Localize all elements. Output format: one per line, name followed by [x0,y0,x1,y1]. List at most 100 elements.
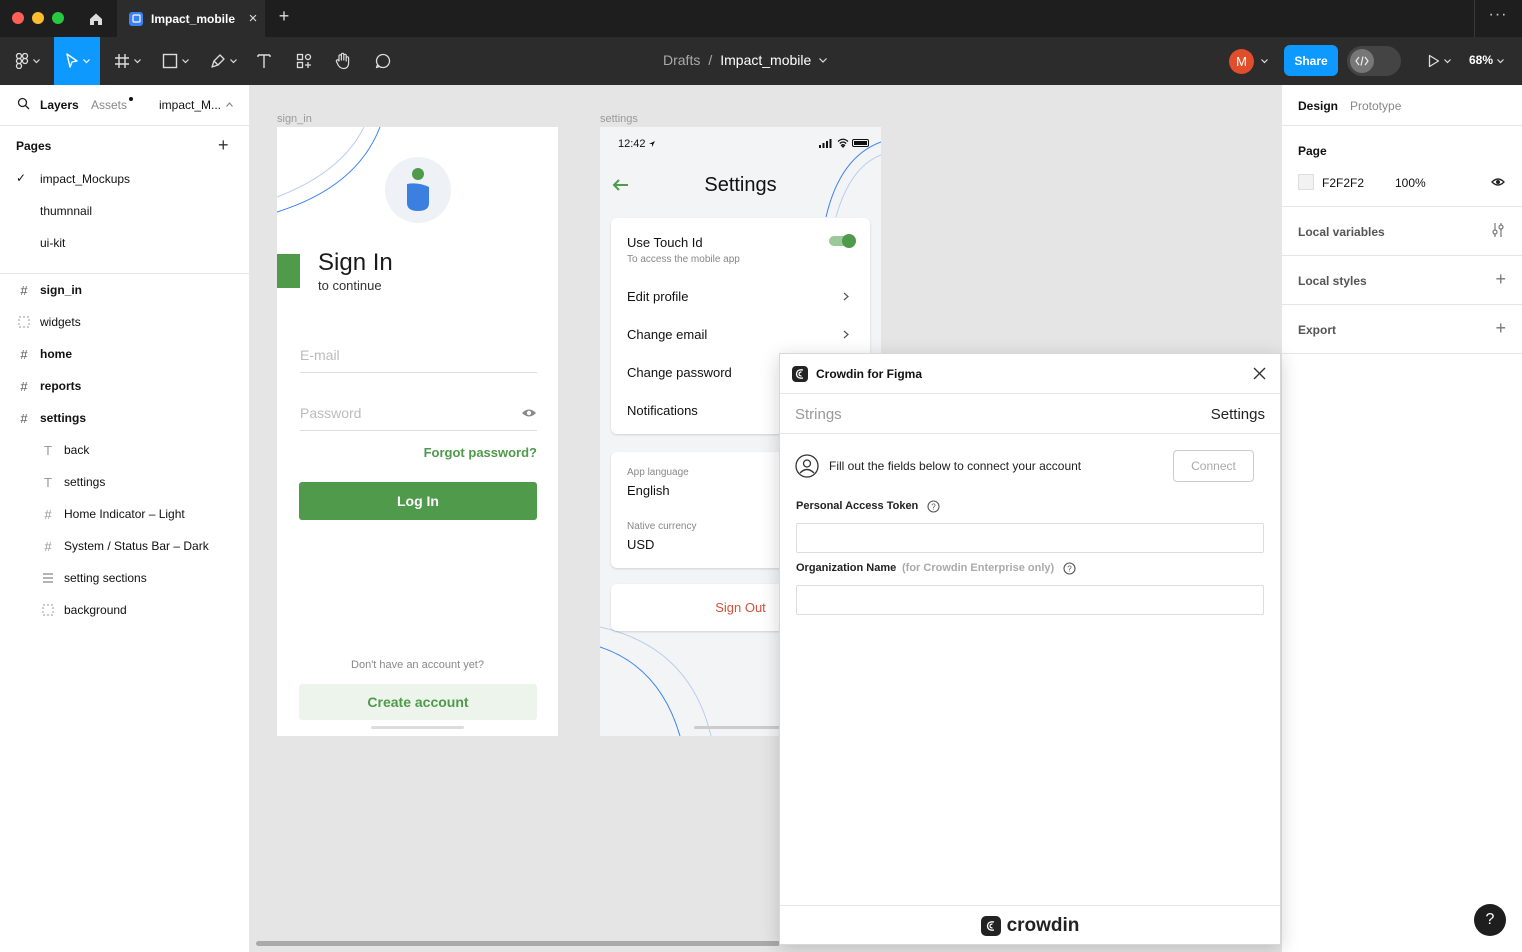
search-icon[interactable] [17,97,30,110]
tab-layers[interactable]: Layers [40,98,79,112]
text-tool-button[interactable] [252,37,276,85]
layer-row[interactable]: T settings [0,466,250,498]
settings-item-change-password[interactable]: Change password [627,365,732,380]
layer-row[interactable]: widgets [0,306,250,338]
create-account-button[interactable]: Create account [299,684,537,720]
layer-row[interactable]: T back [0,434,250,466]
add-export-button[interactable]: + [1495,318,1506,339]
tab-assets[interactable]: Assets [91,98,127,112]
settings-item-change-email[interactable]: Change email [627,327,707,342]
settings-item-notifications[interactable]: Notifications [627,403,698,418]
email-field[interactable]: E-mail [300,347,537,373]
pages-heading: Pages [16,139,52,153]
resources-tool-button[interactable] [292,37,316,85]
chevron-up-icon[interactable] [226,102,233,107]
help-icon[interactable]: ? [927,500,940,513]
horizontal-scrollbar[interactable] [256,941,780,946]
chevron-down-icon[interactable] [1261,59,1268,64]
frame-label[interactable]: sign_in [277,113,312,125]
new-tab-button[interactable]: + [272,6,296,27]
page-item[interactable]: impact_Mockups [40,172,130,186]
page-item[interactable]: thumnnail [40,204,92,218]
present-button[interactable] [1421,37,1457,85]
no-account-text: Don't have an account yet? [351,659,484,671]
comment-tool-button[interactable] [371,37,395,85]
divider [1282,353,1522,354]
layer-label: Home Indicator – Light [64,507,185,521]
text-icon [257,54,271,68]
chevron-down-icon[interactable] [819,57,828,63]
home-button[interactable] [78,0,114,37]
page-selector[interactable]: impact_M... [159,98,221,112]
layer-label: home [40,347,73,361]
layer-row[interactable]: # home [0,338,250,370]
page-item[interactable]: ui-kit [40,236,65,250]
tab-close-button[interactable]: × [241,10,265,27]
sign-in-frame[interactable]: Sign In to continue E-mail Password Forg… [277,127,558,736]
share-button[interactable]: Share [1284,45,1338,76]
tab-strings[interactable]: Strings [795,406,842,423]
minimize-window-button[interactable] [32,12,44,24]
chevron-down-icon[interactable] [1497,59,1504,64]
zoom-level[interactable]: 68% [1469,53,1493,67]
local-styles-label[interactable]: Local styles [1298,274,1367,288]
page-opacity-value[interactable]: 100% [1395,176,1426,190]
layer-row[interactable]: # sign_in [0,274,250,306]
layer-row[interactable]: # settings [0,402,250,434]
app-language-value[interactable]: English [627,483,670,498]
close-window-button[interactable] [12,12,24,24]
battery-icon [852,139,869,147]
eye-icon[interactable] [521,407,537,419]
shape-tool-button[interactable] [156,37,194,85]
touch-id-title: Use Touch Id [627,235,703,250]
layer-row[interactable]: # reports [0,370,250,402]
color-swatch[interactable] [1298,174,1314,190]
export-label[interactable]: Export [1298,323,1336,337]
page-color-value[interactable]: F2F2F2 [1322,176,1364,190]
layer-row[interactable]: # Home Indicator – Light [0,498,250,530]
add-page-button[interactable]: + [218,135,229,156]
sliders-icon[interactable] [1491,222,1505,238]
local-variables-label[interactable]: Local variables [1298,225,1385,239]
layer-row[interactable]: # System / Status Bar – Dark [0,530,250,562]
connect-button[interactable]: Connect [1173,450,1254,482]
forgot-password-link[interactable]: Forgot password? [424,445,537,460]
currency-value[interactable]: USD [627,537,654,552]
frame-tool-button[interactable] [108,37,146,85]
file-tab[interactable]: Impact_mobile × [117,0,265,37]
dev-mode-toggle[interactable] [1347,46,1401,76]
breadcrumb-drafts[interactable]: Drafts [663,52,700,68]
crowdin-logo-icon [980,915,1001,936]
tab-design[interactable]: Design [1298,99,1338,113]
main-menu-button[interactable] [8,37,46,85]
help-icon[interactable]: ? [1063,562,1076,575]
password-field[interactable]: Password [300,405,537,431]
org-input[interactable] [796,585,1264,615]
move-tool-button[interactable] [54,37,100,85]
close-icon[interactable] [1253,367,1266,380]
layer-label: settings [64,475,106,489]
layer-row[interactable]: background [0,594,250,626]
breadcrumb: Drafts / Impact_mobile [663,52,828,68]
touch-id-toggle[interactable] [829,234,856,248]
settings-item-edit-profile[interactable]: Edit profile [627,289,688,304]
maximize-window-button[interactable] [52,12,64,24]
pen-tool-button[interactable] [204,37,242,85]
file-name[interactable]: Impact_mobile [720,52,811,68]
chevron-down-icon [32,58,40,63]
login-button[interactable]: Log In [299,482,537,520]
frame-label[interactable]: settings [600,113,638,125]
help-button[interactable]: ? [1474,904,1506,936]
home-indicator [371,726,464,729]
layer-row[interactable]: setting sections [0,562,250,594]
logo-icon [407,168,429,211]
more-options-button[interactable]: ··· [1485,6,1511,24]
tab-settings[interactable]: Settings [1211,406,1265,423]
token-input[interactable] [796,523,1264,553]
breadcrumb-separator: / [708,52,713,68]
tab-prototype[interactable]: Prototype [1350,99,1401,113]
hand-tool-button[interactable] [331,37,355,85]
add-style-button[interactable]: + [1495,269,1506,290]
avatar[interactable]: M [1229,49,1254,74]
eye-icon[interactable] [1491,177,1505,187]
